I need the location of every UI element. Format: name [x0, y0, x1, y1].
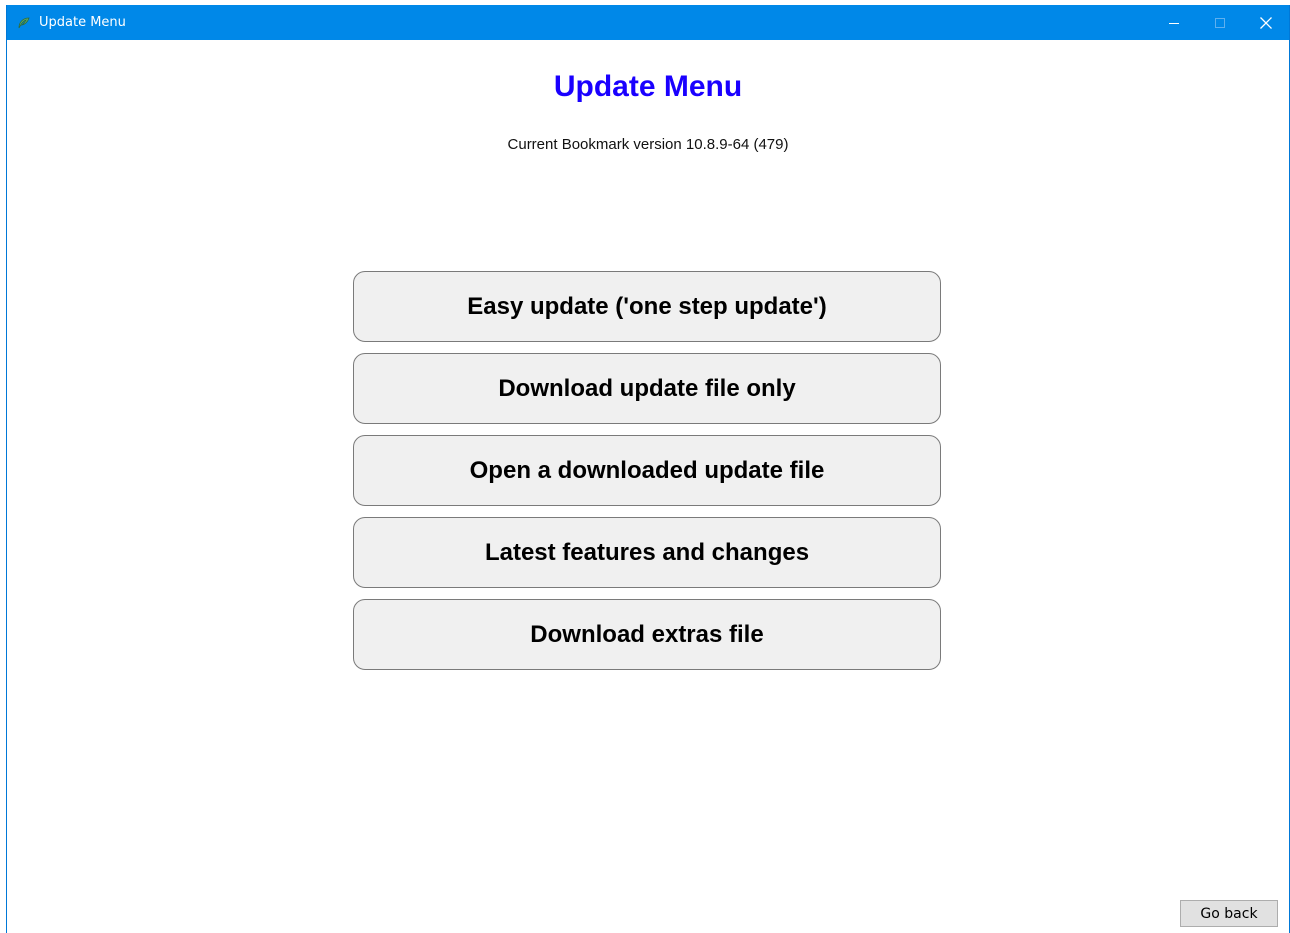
close-button[interactable]: [1243, 5, 1289, 40]
maximize-button[interactable]: [1197, 5, 1243, 40]
app-icon: [15, 14, 33, 32]
update-options-menu: Easy update ('one step update') Download…: [353, 271, 941, 681]
minimize-button[interactable]: [1151, 5, 1197, 40]
page-title: Update Menu: [553, 70, 743, 103]
window-title: Update Menu: [39, 15, 126, 30]
content-area: Update Menu Current Bookmark version 10.…: [7, 40, 1289, 933]
latest-features-button[interactable]: Latest features and changes: [353, 517, 941, 588]
maximize-icon: [1215, 17, 1225, 28]
download-extras-button[interactable]: Download extras file: [353, 599, 941, 670]
go-back-button[interactable]: Go back: [1180, 900, 1278, 927]
window-controls: [1151, 5, 1289, 40]
close-icon: [1260, 16, 1272, 29]
update-menu-window: Update Menu Update Menu Current Bookmark…: [6, 5, 1290, 933]
download-update-file-button[interactable]: Download update file only: [353, 353, 941, 424]
version-label: Current Bookmark version 10.8.9-64 (479): [507, 136, 789, 153]
easy-update-button[interactable]: Easy update ('one step update'): [353, 271, 941, 342]
title-bar[interactable]: Update Menu: [7, 5, 1289, 40]
minimize-icon: [1169, 22, 1179, 24]
open-downloaded-update-button[interactable]: Open a downloaded update file: [353, 435, 941, 506]
